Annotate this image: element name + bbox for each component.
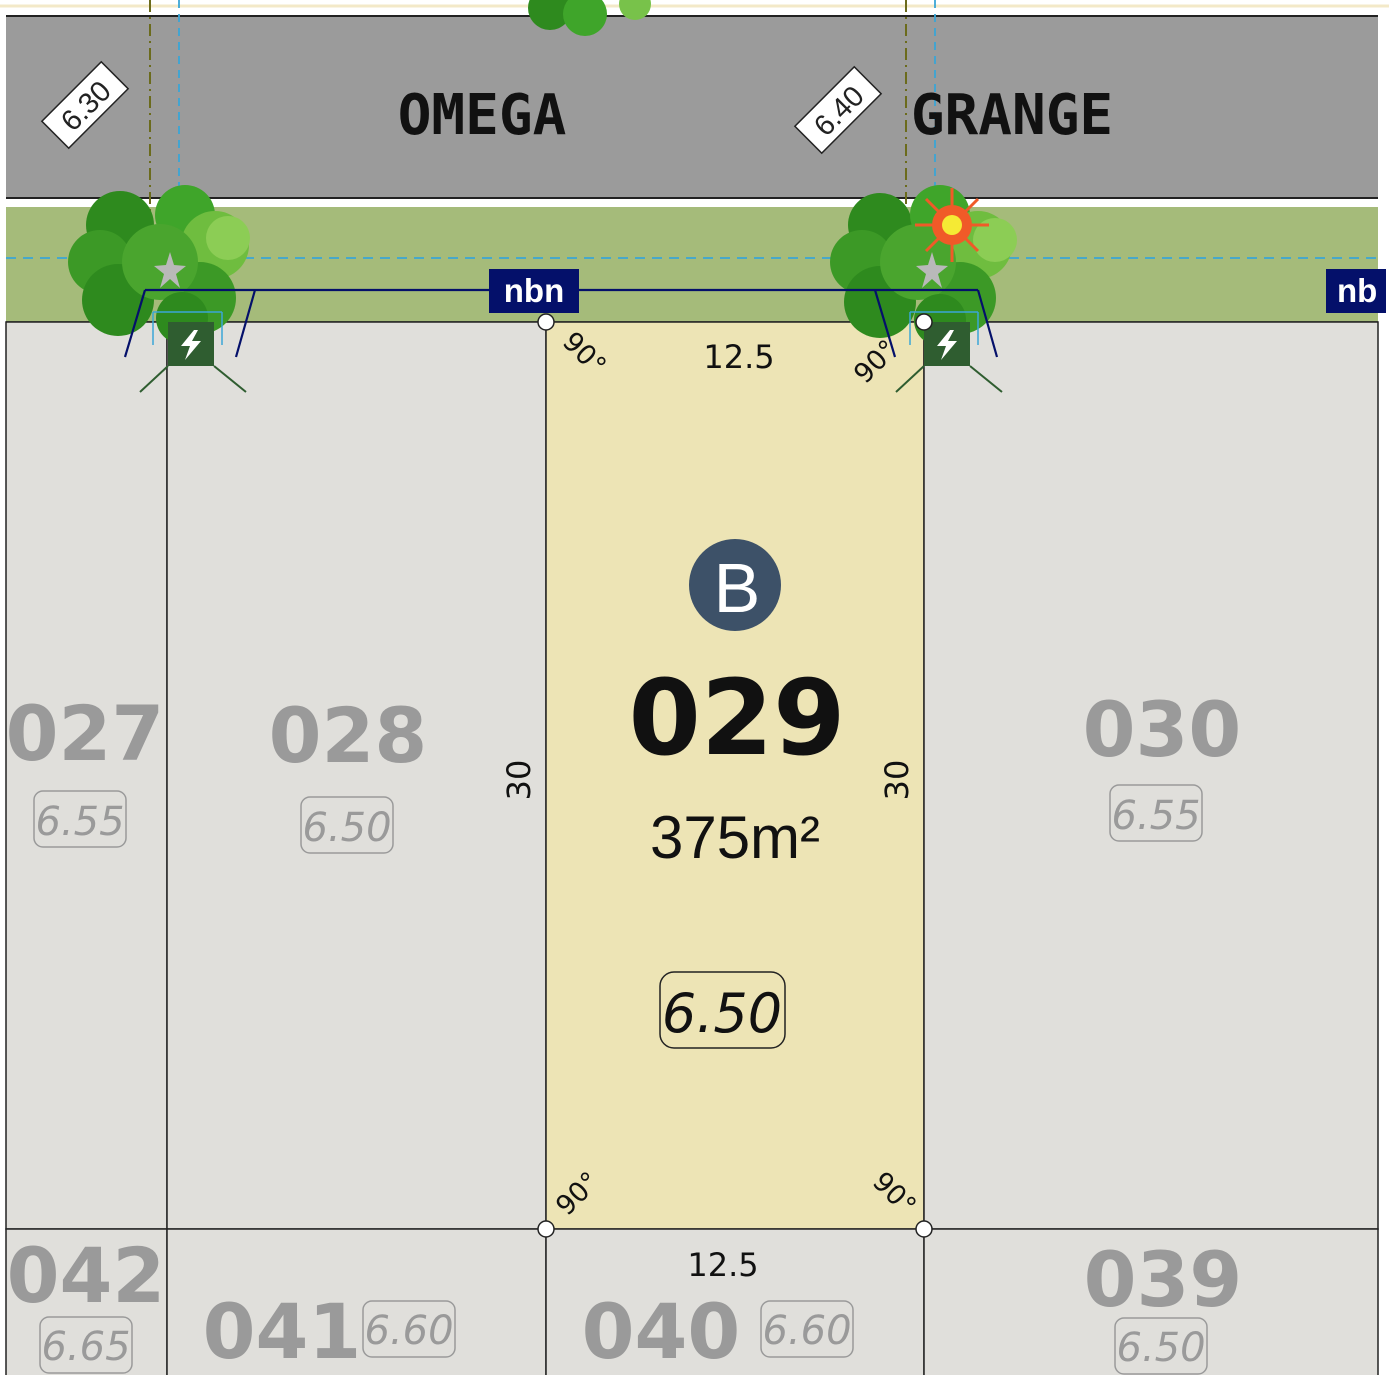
top-strip [0,0,1389,16]
side-dimension-left: 30 [500,760,538,801]
lot-level: 6.65 [41,1324,130,1370]
subject-lot-level: 6.50 [662,982,782,1045]
lot-level: 6.60 [364,1308,453,1354]
lot-level: 6.60 [762,1308,851,1354]
street-name-right: GRANGE [911,83,1113,148]
streetlight-icon [915,188,989,262]
nbn-pit-marker: nbn [489,269,579,313]
lot-level: 6.50 [302,805,391,851]
release-badge-letter: B [714,549,761,627]
corner-marker [915,1220,933,1238]
street-name-left: OMEGA [398,83,567,148]
corner-marker [537,1220,555,1238]
lot-level: 6.55 [35,799,124,845]
lot-level: 6.55 [1111,793,1200,839]
lot-number: 042 [7,1231,166,1320]
lot-number: 041 [203,1287,362,1375]
lot-level: 6.50 [1116,1325,1205,1371]
lot-number: 030 [1083,685,1242,774]
lot-number: 028 [269,691,428,780]
lot-number: 027 [6,689,165,778]
road [6,16,1378,198]
lot-number: 040 [582,1287,741,1375]
rear-dimension: 12.5 [687,1246,758,1284]
corner-marker [537,313,555,331]
frontage-dimension: 12.5 [703,338,774,376]
nbn-label: nbn [504,272,564,309]
subject-lot-number: 029 [628,657,845,779]
lot-plan-map: 6.30 6.40 OMEGA GRANGE nbn nb 12.5 12.5 … [0,0,1389,1375]
nbn-pit-marker-right: nb [1326,269,1386,313]
lot-number: 039 [1084,1235,1243,1324]
side-dimension-right: 30 [878,760,916,801]
corner-marker [915,313,933,331]
lot-030-parcel [923,321,1379,1230]
nbn-label-cut: nb [1337,272,1377,309]
subject-lot-area: 375m² [650,804,820,871]
